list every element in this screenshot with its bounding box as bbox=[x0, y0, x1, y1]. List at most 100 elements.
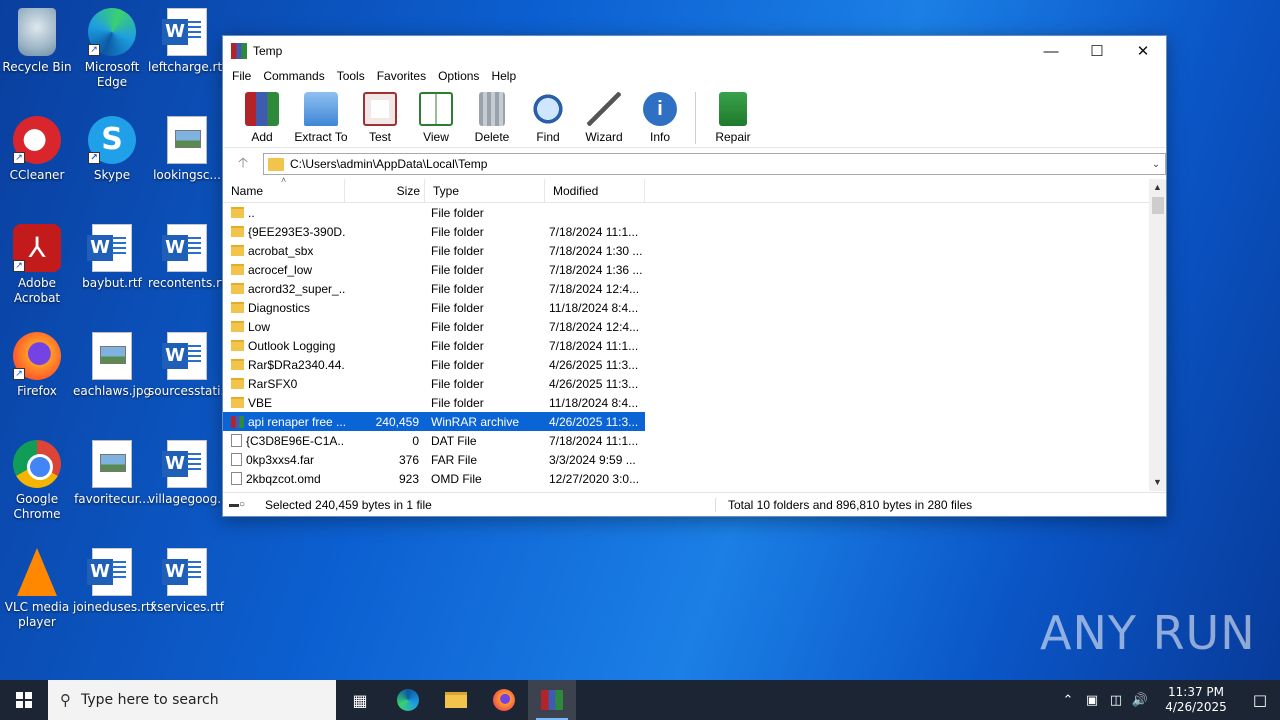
cell-modified: 7/18/2024 11:1... bbox=[549, 338, 639, 353]
desktop-icon-favoritecur[interactable]: favoritecur... bbox=[73, 440, 151, 507]
scroll-down-icon[interactable]: ▼ bbox=[1149, 474, 1166, 491]
chevron-up-icon[interactable]: ⌃ bbox=[1056, 693, 1080, 708]
wizard-button[interactable]: Wizard bbox=[577, 92, 631, 144]
toolbar-separator bbox=[695, 92, 696, 144]
desktop-icon-recontents[interactable]: W recontents.rtf bbox=[148, 224, 230, 291]
cell-type: File folder bbox=[431, 376, 484, 391]
table-row[interactable]: acrobat_sbx File folder 7/18/2024 1:30 ... bbox=[223, 241, 645, 260]
extract-to-button[interactable]: Extract To bbox=[291, 92, 351, 144]
table-row[interactable]: api renaper free ... 240,459 WinRAR archiv… bbox=[223, 412, 645, 431]
desktop-icon-baybut[interactable]: W baybut.rtf bbox=[73, 224, 151, 291]
scroll-up-icon[interactable]: ▲ bbox=[1149, 179, 1166, 196]
cell-modified: 7/18/2024 11:1... bbox=[549, 224, 639, 239]
search-box[interactable]: ⚲ Type here to search bbox=[48, 680, 336, 720]
column-size[interactable]: Size bbox=[345, 178, 425, 203]
word-document-icon: W bbox=[162, 8, 207, 56]
desktop-icon-villagegoog[interactable]: W villagegoog... bbox=[148, 440, 229, 507]
table-row[interactable]: acrocef_low File folder 7/18/2024 1:36 ... bbox=[223, 260, 645, 279]
scroll-thumb[interactable] bbox=[1152, 197, 1164, 214]
table-row[interactable]: acrord32_super_... File folder 7/18/2024 1… bbox=[223, 279, 645, 298]
address-input[interactable]: C:\Users\admin\AppData\Local\Temp ⌄ bbox=[263, 153, 1166, 175]
taskbar-edge[interactable] bbox=[384, 680, 432, 720]
desktop-icon-acrobat[interactable]: ⅄ ↗ Adobe Acrobat bbox=[0, 224, 76, 306]
table-row[interactable]: {9EE293E3-390D... File folder 7/18/2024 11… bbox=[223, 222, 645, 241]
desktop-icon-lookingsc[interactable]: lookingsc... bbox=[148, 116, 226, 183]
network-icon[interactable]: ◫ bbox=[1104, 693, 1128, 708]
desktop-icon-skype[interactable]: S ↗ Skype bbox=[73, 116, 151, 183]
view-button[interactable]: View bbox=[409, 92, 463, 144]
desktop-icon-label: recontents.rtf bbox=[148, 276, 230, 290]
clock[interactable]: 11:37 PM 4/26/2025 bbox=[1160, 685, 1232, 715]
taskbar-winrar[interactable] bbox=[528, 680, 576, 720]
table-row[interactable]: Rar$DRa2340.44... File folder 4/26/2025 11… bbox=[223, 355, 645, 374]
desktop-icon-xservices[interactable]: W xservices.rtf bbox=[148, 548, 226, 615]
menu-help[interactable]: Help bbox=[485, 69, 522, 83]
desktop-icon-eachlaws[interactable]: eachlaws.jpg bbox=[73, 332, 151, 399]
desktop-icon-recycle-bin[interactable]: Recycle Bin bbox=[0, 8, 76, 75]
test-button[interactable]: Test bbox=[353, 92, 407, 144]
menu-tools[interactable]: Tools bbox=[331, 69, 371, 83]
toolbar-label: View bbox=[423, 130, 449, 144]
find-button[interactable]: Find bbox=[521, 92, 575, 144]
desktop-icon-joineduses[interactable]: W joineduses.rtf bbox=[73, 548, 155, 615]
table-row[interactable]: Diagnostics File folder 11/18/2024 8:4... bbox=[223, 298, 645, 317]
add-button[interactable]: Add bbox=[235, 92, 289, 144]
taskbar-file-explorer[interactable] bbox=[432, 680, 480, 720]
chevron-down-icon[interactable]: ⌄ bbox=[1147, 159, 1165, 170]
minimize-button[interactable]: — bbox=[1028, 36, 1074, 66]
file-icon bbox=[231, 453, 242, 466]
desktop-icon-vlc[interactable]: VLC media player bbox=[0, 548, 76, 630]
close-button[interactable]: ✕ bbox=[1120, 36, 1166, 66]
cell-type: File folder bbox=[431, 338, 484, 353]
table-row[interactable]: 2kbqzcot.omd 923 OMD File 12/27/2020 3:0... bbox=[223, 469, 645, 488]
column-type[interactable]: Type bbox=[425, 178, 545, 203]
repair-button[interactable]: Repair bbox=[706, 92, 760, 144]
cell-modified: 12/27/2020 3:0... bbox=[549, 471, 640, 486]
title-bar[interactable]: Temp — ☐ ✕ bbox=[223, 36, 1166, 66]
task-view-button[interactable]: ▦ bbox=[336, 680, 384, 720]
watermark: ANY RUN bbox=[1040, 606, 1256, 660]
clock-time: 11:37 PM bbox=[1168, 685, 1224, 699]
start-button[interactable] bbox=[0, 680, 48, 720]
table-row[interactable]: Outlook Logging File folder 7/18/2024 11:1… bbox=[223, 336, 645, 355]
table-row[interactable]: 0kp3xxs4.far 376 FAR File 3/3/2024 9:59 ... bbox=[223, 450, 645, 469]
desktop-icon-sourcesstati[interactable]: W sourcesstati... bbox=[148, 332, 232, 399]
desktop-icon-firefox[interactable]: ↗ Firefox bbox=[0, 332, 76, 399]
drive-icon[interactable]: ▬○ bbox=[223, 499, 265, 510]
desktop-icon-ccleaner[interactable]: ↗ CCleaner bbox=[0, 116, 76, 183]
table-row[interactable]: .. File folder bbox=[223, 203, 645, 222]
menu-file[interactable]: File bbox=[226, 69, 257, 83]
cell-type: File folder bbox=[431, 300, 484, 315]
cell-type: File folder bbox=[431, 205, 484, 220]
desktop-icon-chrome[interactable]: Google Chrome bbox=[0, 440, 76, 522]
file-name: acrocef_low bbox=[248, 262, 313, 277]
desktop-icon-edge[interactable]: ↗ Microsoft Edge bbox=[73, 8, 151, 90]
menu-commands[interactable]: Commands bbox=[257, 69, 330, 83]
image-file-icon bbox=[92, 332, 132, 380]
menu-options[interactable]: Options bbox=[432, 69, 485, 83]
device-icon[interactable]: ▣ bbox=[1080, 693, 1104, 708]
menu-bar: File Commands Tools Favorites Options He… bbox=[223, 66, 1166, 86]
file-name: {C3D8E96E-C1A... bbox=[246, 433, 345, 448]
notification-icon[interactable]: □ bbox=[1240, 691, 1280, 709]
vertical-scrollbar[interactable]: ▲ ▼ bbox=[1149, 179, 1166, 491]
cell-modified: 7/18/2024 1:36 ... bbox=[549, 262, 643, 277]
maximize-button[interactable]: ☐ bbox=[1074, 36, 1120, 66]
up-arrow-icon[interactable]: 🡡 bbox=[223, 152, 263, 176]
menu-favorites[interactable]: Favorites bbox=[371, 69, 432, 83]
column-modified[interactable]: Modified bbox=[545, 178, 645, 203]
info-button[interactable]: i Info bbox=[633, 92, 687, 144]
table-row[interactable]: Low File folder 7/18/2024 12:4... bbox=[223, 317, 645, 336]
table-row[interactable]: {C3D8E96E-C1A... 0 DAT File 7/18/2024 11:1.… bbox=[223, 431, 645, 450]
winrar-window: Temp — ☐ ✕ File Commands Tools Favorites… bbox=[222, 35, 1167, 517]
folder-icon bbox=[231, 283, 244, 294]
cell-modified: 4/26/2025 11:3... bbox=[549, 414, 639, 429]
volume-icon[interactable]: 🔊 bbox=[1128, 693, 1152, 708]
desktop-icon-leftcharge[interactable]: W leftcharge.rtf bbox=[148, 8, 226, 75]
delete-button[interactable]: Delete bbox=[465, 92, 519, 144]
window-title: Temp bbox=[253, 44, 283, 58]
taskbar-firefox[interactable] bbox=[480, 680, 528, 720]
folder-icon bbox=[231, 340, 244, 351]
table-row[interactable]: VBE File folder 11/18/2024 8:4... bbox=[223, 393, 645, 412]
table-row[interactable]: RarSFX0 File folder 4/26/2025 11:3... bbox=[223, 374, 645, 393]
